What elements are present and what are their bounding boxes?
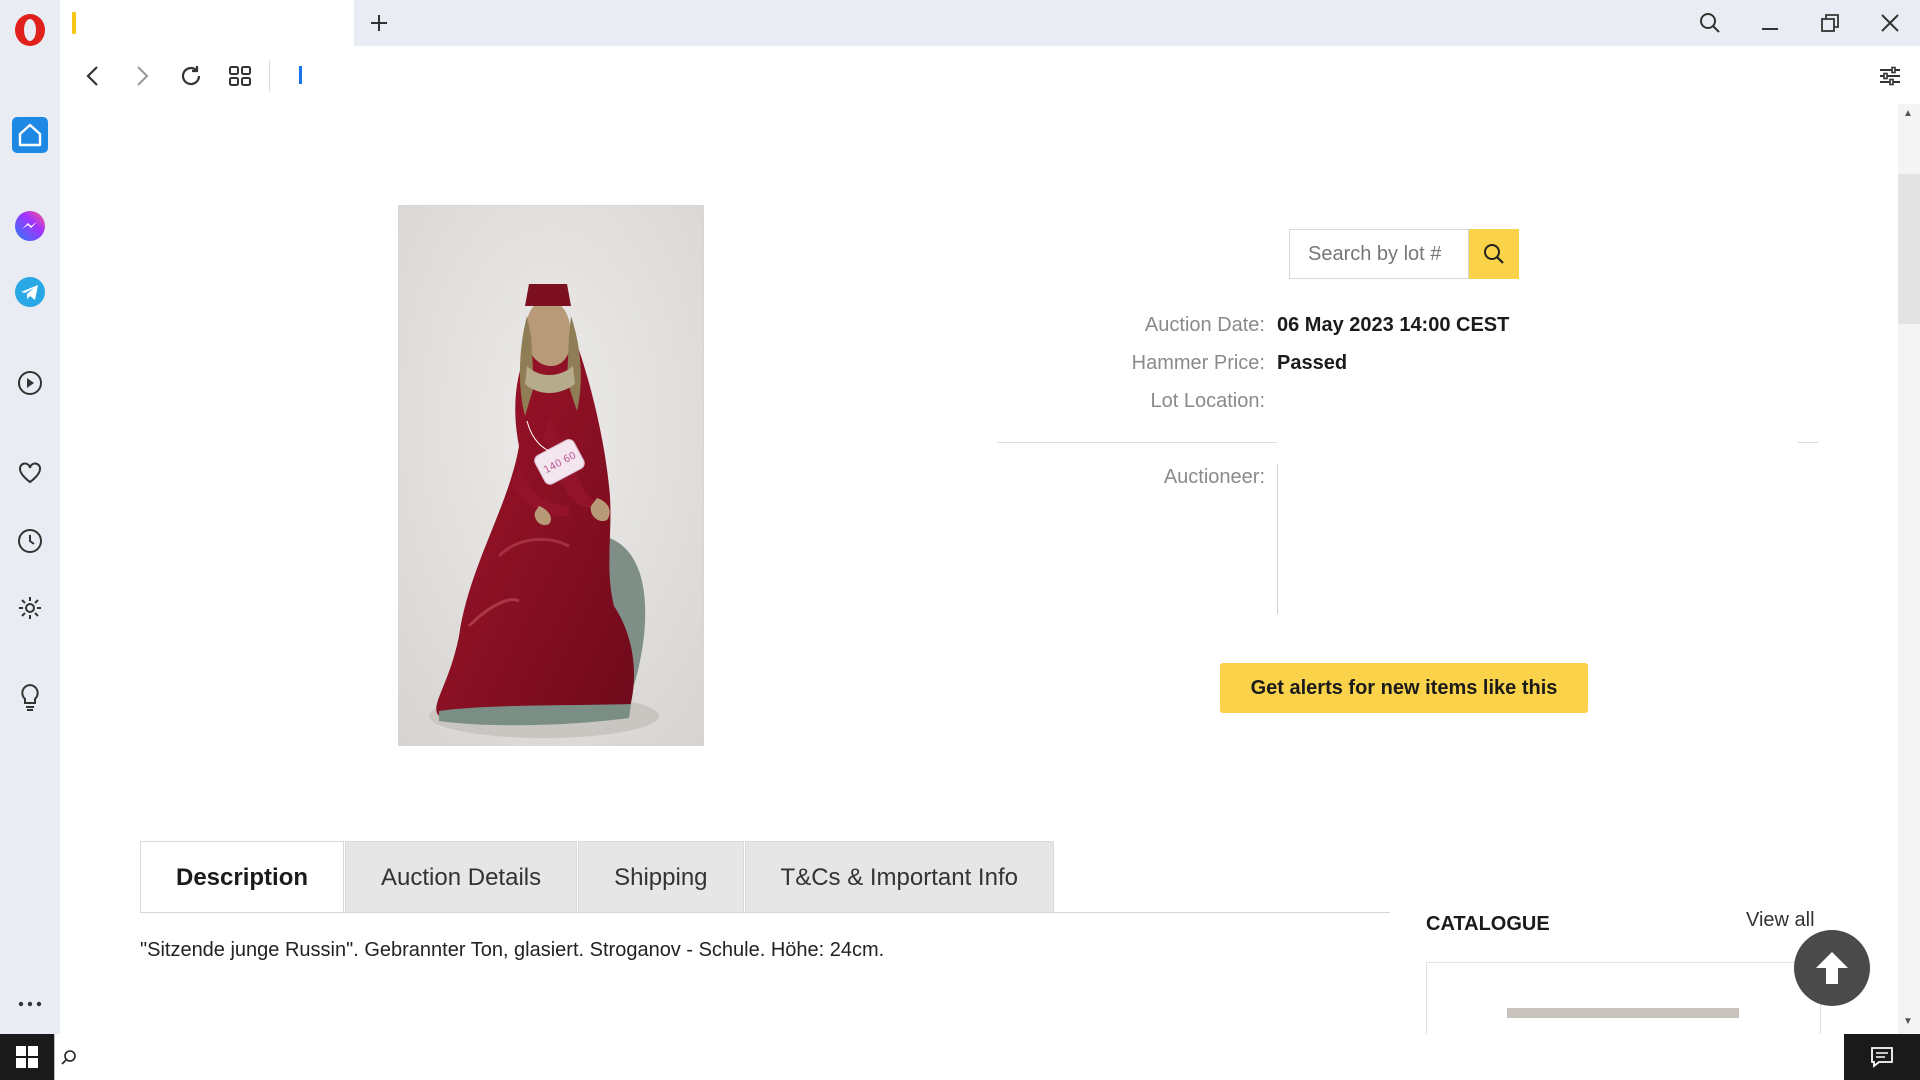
minimize-button[interactable] <box>1752 8 1788 38</box>
hammer-price-value: Passed <box>1277 352 1348 374</box>
restore-icon <box>1821 14 1839 32</box>
heart-icon[interactable] <box>12 455 48 491</box>
view-all-link[interactable]: View all <box>1746 909 1815 932</box>
windows-icon <box>16 1046 38 1068</box>
os-taskbar <box>0 1034 1920 1080</box>
start-button[interactable] <box>0 1034 54 1080</box>
active-browser-tab[interactable] <box>60 0 354 46</box>
lot-tabs: Description Auction Details Shipping T&C… <box>140 841 1055 913</box>
address-separator <box>269 60 270 92</box>
scrollbar-thumb[interactable] <box>1898 174 1920 324</box>
lot-image[interactable]: 140 60 <box>398 205 704 746</box>
easy-setup-button[interactable] <box>1874 60 1906 92</box>
player-icon[interactable] <box>12 365 48 401</box>
scroll-up-arrow-icon[interactable]: ▲ <box>1903 108 1913 119</box>
page-scrollbar[interactable]: ▲ ▼ <box>1898 104 1920 1034</box>
minimize-icon <box>1762 28 1778 30</box>
scroll-down-arrow-icon[interactable]: ▼ <box>1903 1016 1913 1027</box>
info-divider-right <box>1798 442 1818 443</box>
restore-button[interactable] <box>1812 8 1848 38</box>
search-icon <box>1484 244 1504 264</box>
tabs-grid-icon <box>229 66 251 86</box>
lot-search-button[interactable] <box>1469 229 1519 279</box>
tabs-grid-button[interactable] <box>224 60 256 92</box>
auctioneer-divider <box>1277 464 1278 614</box>
telegram-icon[interactable] <box>12 274 48 310</box>
tab-shipping[interactable]: Shipping <box>578 841 744 913</box>
forward-button[interactable] <box>126 60 158 92</box>
close-window-button[interactable] <box>1872 8 1908 38</box>
plus-icon <box>371 15 387 31</box>
messenger-icon[interactable] <box>12 208 48 244</box>
tab-search-button[interactable] <box>1692 8 1728 38</box>
back-icon <box>86 66 98 86</box>
opera-sidebar <box>0 0 60 1034</box>
auction-date-label: Auction Date: <box>1144 314 1265 336</box>
notification-center-button[interactable] <box>1844 1034 1920 1080</box>
home-icon[interactable] <box>12 117 48 153</box>
scroll-to-top-button[interactable] <box>1794 930 1870 1006</box>
reload-icon <box>181 66 201 86</box>
lightbulb-icon[interactable] <box>12 680 48 716</box>
settings-icon[interactable] <box>12 590 48 626</box>
lot-search-input[interactable]: Search by lot # <box>1289 229 1469 279</box>
tab-terms[interactable]: T&Cs & Important Info <box>744 841 1054 913</box>
auction-date-value: 06 May 2023 14:00 CEST <box>1277 314 1510 336</box>
search-icon <box>1700 13 1720 33</box>
arrow-up-icon <box>1816 952 1848 984</box>
page-content: 140 60 Search by lot # Auction Date: 06 … <box>60 104 1898 1034</box>
info-divider <box>997 442 1277 443</box>
catalogue-title: CATALOGUE <box>1426 913 1550 935</box>
new-tab-button[interactable] <box>364 8 394 38</box>
catalogue-card[interactable] <box>1426 962 1821 1034</box>
tab-strip <box>0 0 1920 46</box>
easy-setup-icon <box>1880 66 1900 86</box>
back-button[interactable] <box>77 60 109 92</box>
hammer-price-label: Hammer Price: <box>1131 352 1265 374</box>
history-icon[interactable] <box>12 523 48 559</box>
lot-location-label: Lot Location: <box>1150 390 1265 412</box>
tab-description[interactable]: Description <box>140 841 345 913</box>
catalogue-card-image <box>1507 1008 1739 1018</box>
reload-button[interactable] <box>175 60 207 92</box>
tab-loading-indicator <box>72 12 76 34</box>
lot-description: "Sitzende junge Russin". Gebrannter Ton,… <box>140 939 885 961</box>
tab-auction-details[interactable]: Auction Details <box>345 841 578 913</box>
forward-icon <box>137 66 149 86</box>
get-alerts-button[interactable]: Get alerts for new items like this <box>1220 663 1588 713</box>
more-icon[interactable] <box>12 986 48 1022</box>
opera-logo[interactable] <box>12 12 48 48</box>
address-input[interactable] <box>299 66 302 84</box>
chat-bubble-icon <box>1871 1047 1893 1068</box>
address-bar-row <box>60 46 1920 104</box>
taskbar-search-button[interactable] <box>54 1034 83 1080</box>
close-icon <box>1881 14 1899 32</box>
auctioneer-label: Auctioneer: <box>1163 466 1265 488</box>
tabs-underline <box>140 912 1390 913</box>
search-icon <box>61 1050 76 1065</box>
